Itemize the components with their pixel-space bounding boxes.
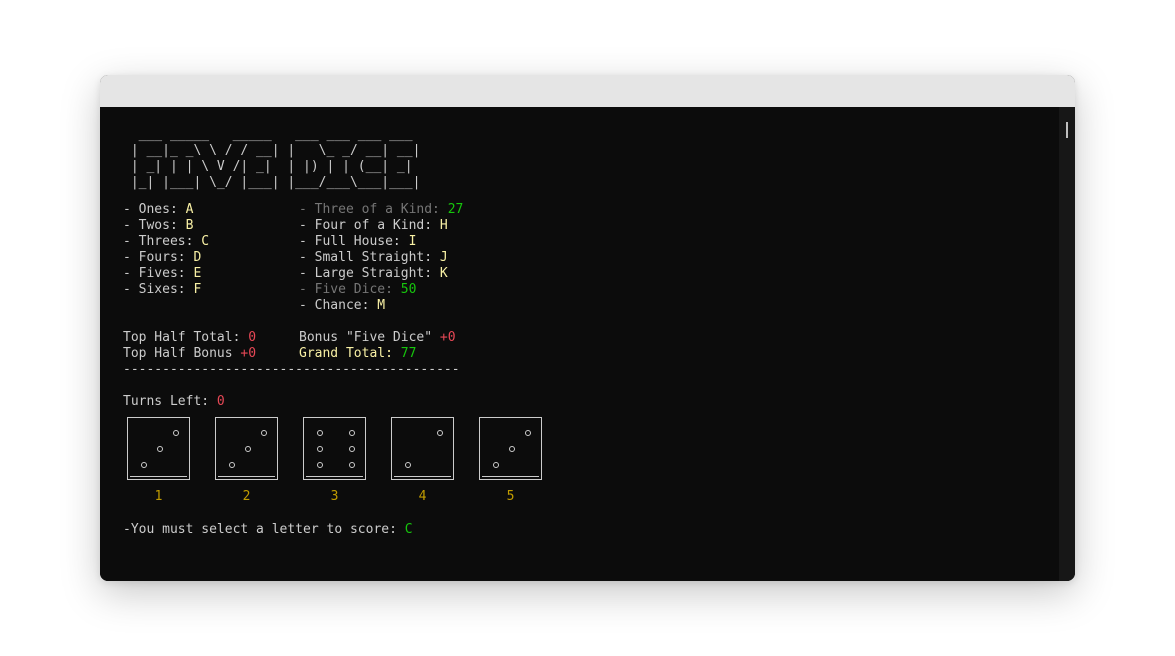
- category-score: 27: [447, 202, 464, 217]
- total-value: +0: [240, 346, 257, 361]
- category-four-of-a-kind: - Four of a Kind: H: [299, 218, 448, 234]
- category-letter: F: [193, 282, 202, 297]
- category-letter: K: [439, 266, 448, 281]
- turns-left: Turns Left: 0: [123, 394, 225, 410]
- total-label: Bonus "Five Dice": [299, 330, 440, 345]
- die-3[interactable]: [303, 417, 366, 480]
- category-label: - Full House:: [299, 234, 409, 249]
- category-letter: D: [193, 250, 202, 265]
- turns-label: Turns Left:: [123, 394, 217, 409]
- category-label: - Fours:: [123, 250, 194, 265]
- die-pip: [261, 430, 267, 436]
- category-label: - Twos:: [123, 218, 186, 233]
- die-pip: [317, 430, 323, 436]
- category-fives: - Fives: E: [123, 266, 201, 282]
- category-label: - Ones:: [123, 202, 186, 217]
- window-titlebar[interactable]: [100, 75, 1075, 107]
- five-dice-ascii-banner: ___ _____ _____ ___ ___ ___ ___ | __|_ _…: [123, 127, 421, 191]
- category-label: - Sixes:: [123, 282, 194, 297]
- category-label: - Fives:: [123, 266, 194, 281]
- prompt-input-value[interactable]: C: [405, 522, 413, 537]
- total-label: Top Half Total:: [123, 330, 249, 345]
- category-threes: - Threes: C: [123, 234, 209, 250]
- scrollbar-thumb[interactable]: [1066, 122, 1068, 138]
- die-number-label: 4: [418, 489, 427, 504]
- turns-value: 0: [216, 394, 225, 409]
- terminal-output: ___ _____ _____ ___ ___ ___ ___ | __|_ _…: [100, 107, 1059, 581]
- category-letter: A: [185, 202, 194, 217]
- die-pip: [245, 446, 251, 452]
- die-pip: [349, 430, 355, 436]
- die-number-label: 1: [154, 489, 163, 504]
- category-letter: J: [439, 250, 448, 265]
- die-pip: [509, 446, 515, 452]
- banner-line: | __|_ _\ \ / / __| | \_ _/ __| __|: [123, 143, 421, 158]
- die-2[interactable]: [215, 417, 278, 480]
- die-pip: [173, 430, 179, 436]
- category-label: - Five Dice:: [299, 282, 401, 297]
- bonus-five-dice: Bonus "Five Dice" +0: [299, 330, 456, 346]
- category-label: - Chance:: [299, 298, 378, 313]
- category-letter: E: [193, 266, 202, 281]
- category-label: - Three of a Kind:: [299, 202, 448, 217]
- total-value: 0: [248, 330, 257, 345]
- die-pip: [317, 446, 323, 452]
- total-label: Top Half Bonus: [123, 346, 241, 361]
- category-label: - Threes:: [123, 234, 202, 249]
- die-pip: [525, 430, 531, 436]
- die-pip: [349, 462, 355, 468]
- category-label: - Small Straight:: [299, 250, 440, 265]
- total-value: +0: [439, 330, 456, 345]
- scrollbar[interactable]: [1059, 107, 1075, 581]
- top-half-total: Top Half Total: 0: [123, 330, 256, 346]
- die-number-label: 3: [330, 489, 339, 504]
- category-letter: B: [185, 218, 194, 233]
- die-pip: [141, 462, 147, 468]
- separator-line: ----------------------------------------…: [123, 362, 460, 377]
- die-1[interactable]: [127, 417, 190, 480]
- banner-line: ___ _____ _____ ___ ___ ___ ___: [123, 127, 421, 142]
- category-letter: I: [408, 234, 417, 249]
- top-half-bonus: Top Half Bonus +0: [123, 346, 256, 362]
- category-letter: M: [377, 298, 386, 313]
- category-label: - Four of a Kind:: [299, 218, 440, 233]
- banner-line: | _| | | \ V /| _| | |) | | (__| _|: [123, 159, 421, 174]
- category-letter: C: [201, 234, 210, 249]
- terminal-window: ___ _____ _____ ___ ___ ___ ___ | __|_ _…: [100, 75, 1075, 581]
- category-sixes: - Sixes: F: [123, 282, 201, 298]
- category-full-house: - Full House: I: [299, 234, 416, 250]
- category-fours: - Fours: D: [123, 250, 201, 266]
- die-pip: [157, 446, 163, 452]
- die-pip: [317, 462, 323, 468]
- category-letter: H: [439, 218, 448, 233]
- banner-line: |_| |___| \_/ |___| |___/___\___|___|: [123, 175, 421, 190]
- category-three-of-a-kind: - Three of a Kind: 27: [299, 202, 463, 218]
- category-chance: - Chance: M: [299, 298, 385, 314]
- category-large-straight: - Large Straight: K: [299, 266, 448, 282]
- category-small-straight: - Small Straight: J: [299, 250, 448, 266]
- category-five-dice: - Five Dice: 50: [299, 282, 416, 298]
- die-pip: [349, 446, 355, 452]
- total-label: Grand Total:: [299, 346, 401, 361]
- total-value: 77: [400, 346, 417, 361]
- prompt-label: -You must select a letter to score:: [123, 522, 405, 537]
- category-score: 50: [400, 282, 417, 297]
- die-pip: [437, 430, 443, 436]
- die-number-label: 5: [506, 489, 515, 504]
- grand-total: Grand Total: 77: [299, 346, 416, 362]
- die-number-label: 2: [242, 489, 251, 504]
- die-5[interactable]: [479, 417, 542, 480]
- score-prompt: -You must select a letter to score: C: [123, 522, 413, 538]
- die-pip: [229, 462, 235, 468]
- die-pip: [405, 462, 411, 468]
- category-ones: - Ones: A: [123, 202, 193, 218]
- category-label: - Large Straight:: [299, 266, 440, 281]
- die-4[interactable]: [391, 417, 454, 480]
- category-twos: - Twos: B: [123, 218, 193, 234]
- die-pip: [493, 462, 499, 468]
